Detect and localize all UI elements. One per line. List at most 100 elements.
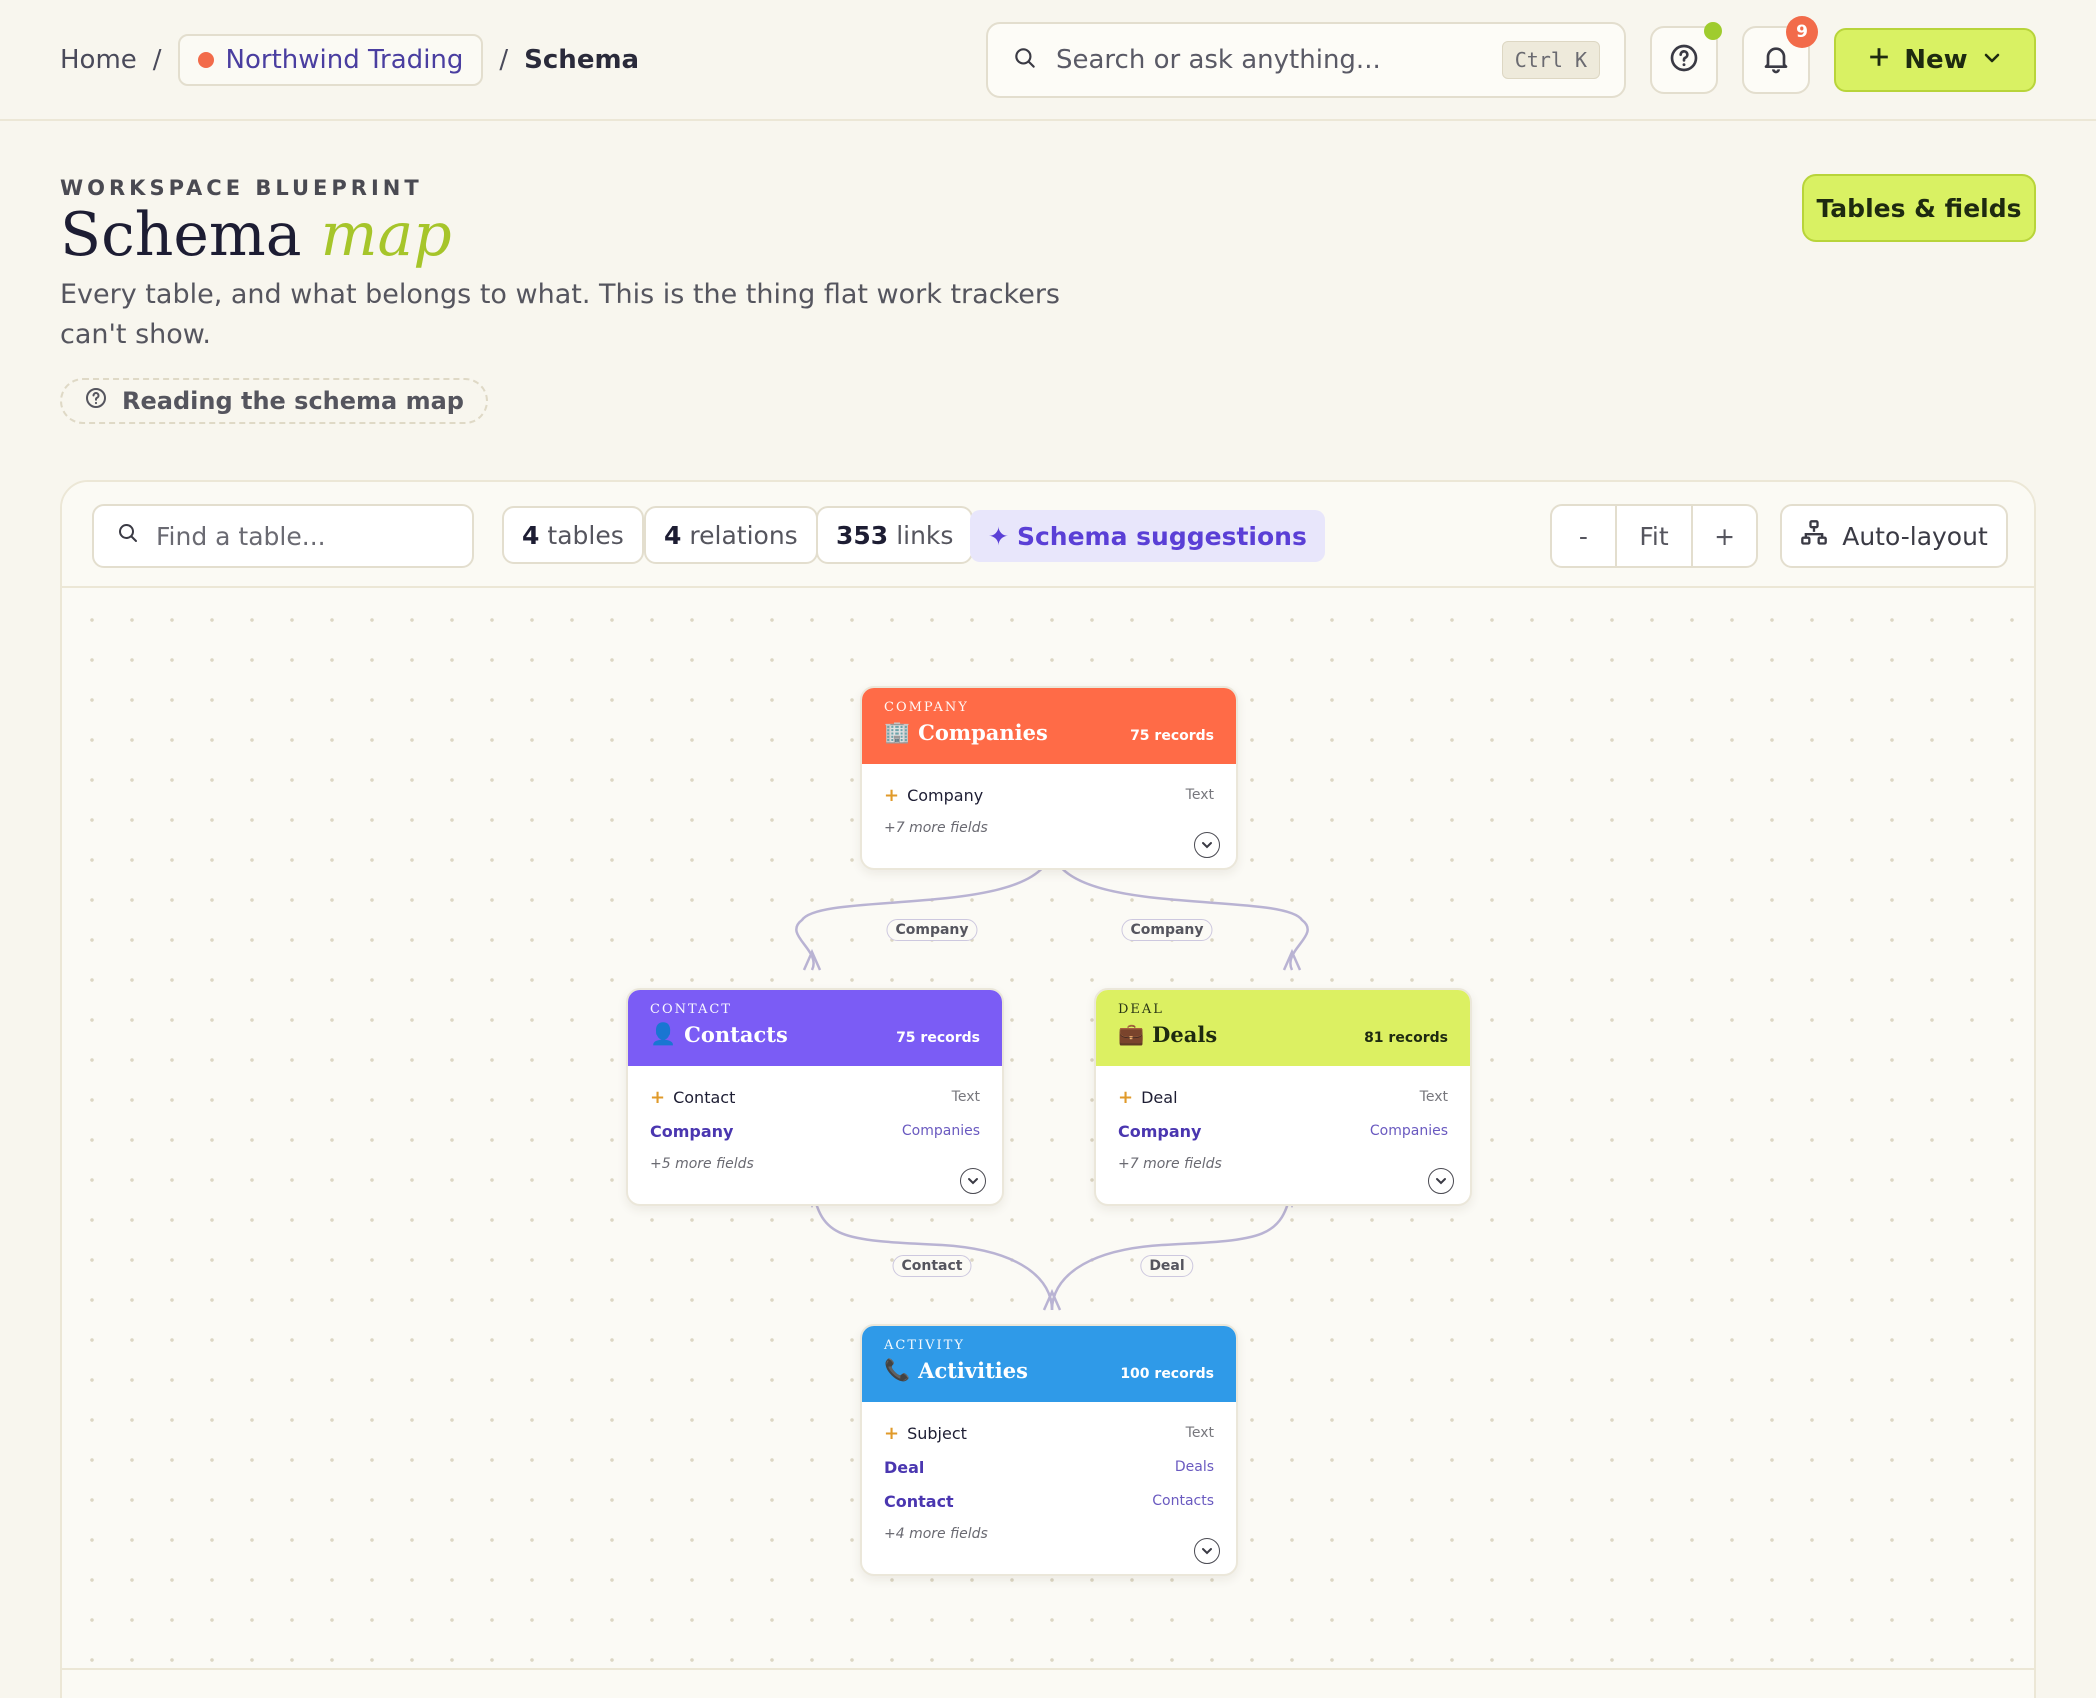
tables-count-chip[interactable]: 4 tables bbox=[502, 506, 644, 564]
workspace-color-dot bbox=[197, 52, 214, 68]
table-name: Companies bbox=[918, 719, 1048, 745]
zoom-controls: - Fit + bbox=[1550, 504, 1758, 568]
schema-map-panel: Find a table... 4 tables 4 relations 353… bbox=[60, 480, 2036, 1698]
relations-count-chip[interactable]: 4 relations bbox=[644, 506, 818, 564]
more-fields: +7 more fields bbox=[1118, 1156, 1222, 1172]
schema-suggestions-label: Schema suggestions bbox=[1016, 521, 1307, 551]
field-label: Subject bbox=[907, 1423, 967, 1443]
table-node-header: ACTIVITY 📞 Activities 100 records bbox=[862, 1326, 1236, 1402]
table-kind: COMPANY bbox=[884, 700, 969, 715]
reading-guide-link[interactable]: Reading the schema map bbox=[60, 378, 488, 424]
more-fields: +7 more fields bbox=[884, 820, 988, 836]
hierarchy-icon bbox=[1800, 519, 1828, 553]
zoom-in-button[interactable]: + bbox=[1693, 506, 1756, 566]
field-type: Text bbox=[1185, 1425, 1214, 1441]
tables-label: tables bbox=[547, 520, 624, 550]
table-kind: DEAL bbox=[1118, 1002, 1164, 1017]
schema-canvas[interactable]: Company Company Contact Deal COMPANY 🏢 Co… bbox=[62, 590, 2034, 1668]
field-name: + Deal bbox=[1118, 1087, 1178, 1108]
field-label: Company bbox=[907, 785, 984, 805]
auto-layout-label: Auto-layout bbox=[1842, 521, 1988, 551]
field-row[interactable]: Company Companies bbox=[1118, 1114, 1448, 1148]
table-node-deals[interactable]: DEAL 💼 Deals 81 records + Deal Text Compan… bbox=[1094, 988, 1472, 1206]
field-row[interactable]: + Contact Text bbox=[650, 1080, 980, 1114]
links-count: 353 bbox=[836, 520, 889, 550]
relation-label: Company bbox=[1121, 919, 1213, 941]
page-eyebrow: WORKSPACE BLUEPRINT bbox=[60, 176, 423, 200]
record-count: 75 records bbox=[1130, 728, 1214, 744]
field-label: Company bbox=[650, 1121, 734, 1141]
field-type: Companies bbox=[901, 1123, 980, 1139]
primary-field-icon: + bbox=[1118, 1086, 1134, 1108]
table-kind: ACTIVITY bbox=[884, 1338, 965, 1353]
bell-icon bbox=[1760, 42, 1792, 78]
breadcrumb-workspace[interactable]: Northwind Trading bbox=[177, 34, 484, 86]
primary-field-icon: + bbox=[884, 1422, 900, 1444]
status-indicator bbox=[1704, 22, 1722, 40]
tables-and-fields-button[interactable]: Tables & fields bbox=[1802, 174, 2036, 242]
new-button[interactable]: New bbox=[1834, 28, 2036, 92]
table-node-header: DEAL 💼 Deals 81 records bbox=[1096, 990, 1470, 1066]
field-label: Deal bbox=[1141, 1087, 1178, 1107]
field-row[interactable]: + Subject Text bbox=[884, 1416, 1214, 1450]
field-row[interactable]: + Deal Text bbox=[1118, 1080, 1448, 1114]
briefcase-icon: 💼 bbox=[1118, 1021, 1145, 1046]
chevron-down-icon[interactable] bbox=[1194, 1538, 1220, 1564]
field-row[interactable]: Contact Contacts bbox=[884, 1484, 1214, 1518]
page-title: Schema map bbox=[60, 200, 452, 270]
breadcrumb: Home / Northwind Trading / Schema bbox=[60, 34, 639, 86]
table-node-contacts[interactable]: CONTACT 👤 Contacts 75 records + Contact Te… bbox=[626, 988, 1004, 1206]
reading-guide-label: Reading the schema map bbox=[122, 387, 464, 415]
table-node-activities[interactable]: ACTIVITY 📞 Activities 100 records + Subjec… bbox=[860, 1324, 1238, 1576]
field-type: Contacts bbox=[1152, 1493, 1214, 1509]
breadcrumb-separator: / bbox=[499, 45, 509, 75]
field-type: Text bbox=[1419, 1089, 1448, 1105]
notifications-button[interactable]: 9 bbox=[1742, 16, 1818, 94]
zoom-out-button[interactable]: - bbox=[1552, 506, 1617, 566]
table-fields: + Deal Text Company Companies +7 more fie… bbox=[1096, 1066, 1470, 1204]
table-fields: + Contact Text Company Companies +5 more … bbox=[628, 1066, 1002, 1204]
relation-label: Company bbox=[886, 919, 978, 941]
record-count: 75 records bbox=[896, 1030, 980, 1046]
notification-badge: 9 bbox=[1786, 16, 1818, 48]
more-fields: +4 more fields bbox=[884, 1526, 988, 1542]
page-description: Every table, and what belongs to what. T… bbox=[60, 279, 1061, 350]
field-row[interactable]: Deal Deals bbox=[884, 1450, 1214, 1484]
help-button[interactable] bbox=[1650, 22, 1722, 94]
field-row[interactable]: Company Companies bbox=[650, 1114, 980, 1148]
chevron-down-icon[interactable] bbox=[1194, 832, 1220, 858]
field-row[interactable]: + Company Text bbox=[884, 778, 1214, 812]
table-fields: + Subject Text Deal Deals Contact Contact… bbox=[862, 1402, 1236, 1574]
table-node-header: CONTACT 👤 Contacts 75 records bbox=[628, 990, 1002, 1066]
auto-layout-button[interactable]: Auto-layout bbox=[1780, 504, 2008, 568]
breadcrumb-home[interactable]: Home bbox=[60, 45, 137, 75]
field-label: Deal bbox=[884, 1457, 925, 1477]
more-fields: +5 more fields bbox=[650, 1156, 754, 1172]
table-fields: + Company Text +7 more fields bbox=[862, 764, 1236, 868]
chevron-down-icon[interactable] bbox=[960, 1168, 986, 1194]
help-icon bbox=[1668, 42, 1700, 78]
chevron-down-icon bbox=[1982, 45, 2002, 75]
record-count: 81 records bbox=[1364, 1030, 1448, 1046]
help-icon bbox=[84, 386, 108, 416]
schema-suggestions-button[interactable]: ✦ Schema suggestions bbox=[970, 510, 1325, 562]
table-node-companies[interactable]: COMPANY 🏢 Companies 75 records + Company T… bbox=[860, 686, 1238, 870]
find-table-input[interactable]: Find a table... bbox=[92, 504, 474, 568]
zoom-fit-button[interactable]: Fit bbox=[1617, 506, 1694, 566]
schema-toolbar: Find a table... 4 tables 4 relations 353… bbox=[62, 482, 2034, 588]
canvas-footer bbox=[62, 1668, 2034, 1698]
relations-count: 4 bbox=[664, 520, 682, 550]
table-name: Activities bbox=[918, 1357, 1028, 1383]
tables-count: 4 bbox=[522, 520, 540, 550]
page-title-accent: map bbox=[320, 200, 452, 270]
relation-label: Deal bbox=[1140, 1255, 1194, 1277]
field-type: Text bbox=[951, 1089, 980, 1105]
chevron-down-icon[interactable] bbox=[1428, 1168, 1454, 1194]
relation-label: Contact bbox=[892, 1255, 972, 1277]
field-name: + Subject bbox=[884, 1423, 967, 1444]
global-search-input[interactable]: Search or ask anything... Ctrl K bbox=[986, 22, 1626, 98]
links-count-chip[interactable]: 353 links bbox=[816, 506, 974, 564]
field-name: + Contact bbox=[650, 1087, 735, 1108]
phone-icon: 📞 bbox=[884, 1357, 911, 1382]
page-title-main: Schema bbox=[60, 200, 302, 270]
